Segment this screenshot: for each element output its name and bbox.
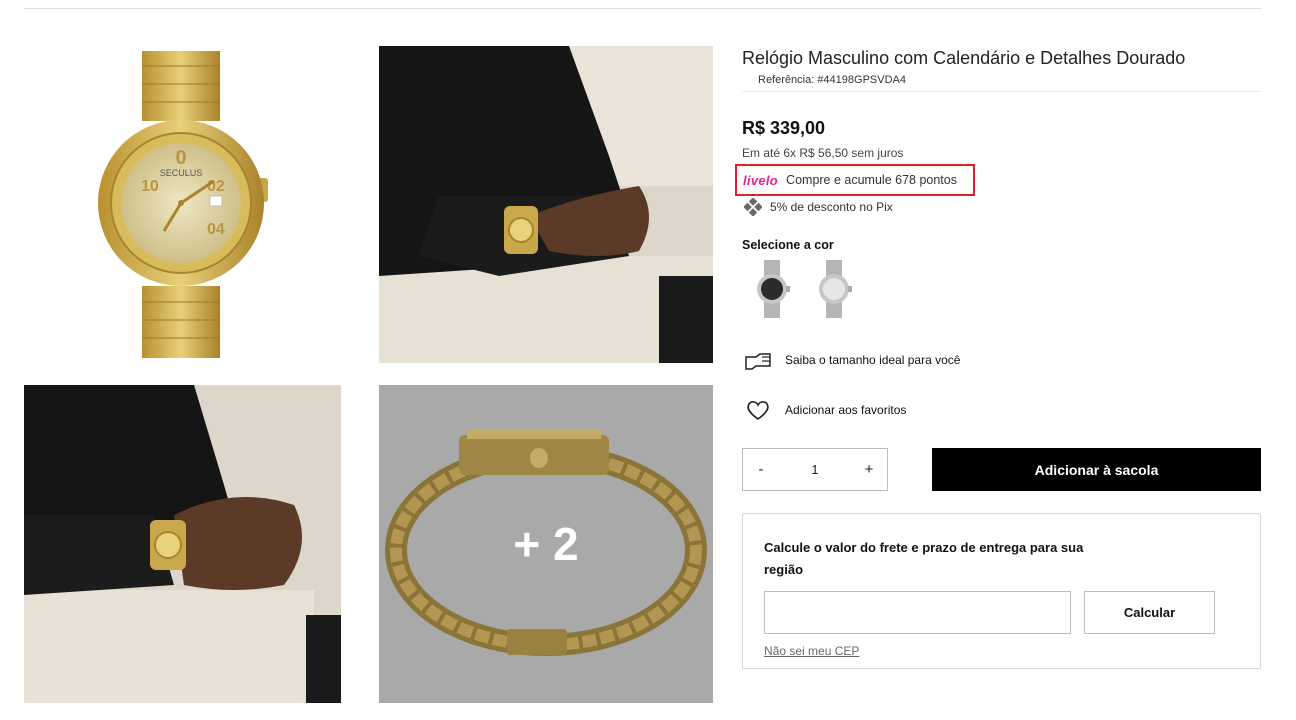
product-price: R$ 339,00 [742, 118, 826, 138]
qty-decrement-button[interactable]: - [751, 461, 771, 478]
color-option-silver[interactable] [812, 258, 856, 320]
black-dial-watch-icon [757, 260, 790, 318]
svg-text:0: 0 [175, 147, 186, 169]
product-reference: Referência: #44198GPSVDA4 [758, 74, 906, 86]
livelo-logo: livelo [743, 172, 779, 188]
more-images-overlay: + 2 [513, 518, 579, 570]
color-select-label: Selecione a cor [742, 238, 834, 252]
pix-icon [744, 198, 762, 216]
color-option-black[interactable] [750, 258, 794, 320]
pix-discount-text: 5% de desconto no Pix [770, 200, 893, 214]
watch-front-illustration: SECULUS 0 10 02 04 [98, 51, 268, 358]
svg-text:SECULUS: SECULUS [160, 168, 203, 178]
gallery-image-watch-front[interactable]: SECULUS 0 10 02 04 [24, 46, 341, 363]
svg-text:04: 04 [207, 221, 225, 238]
size-guide-link[interactable]: Saiba o tamanho ideal para você [744, 349, 960, 371]
installments-text: Em até 6x R$ 56,50 sem juros [742, 146, 904, 160]
info-divider [742, 91, 1261, 92]
unknown-cep-link[interactable]: Não sei meu CEP [764, 644, 859, 658]
livelo-points-text: Compre e acumule 678 pontos [786, 173, 957, 187]
heart-icon [747, 401, 769, 420]
product-title: Relógio Masculino com Calendário e Detal… [742, 48, 1186, 68]
model-wrist-illustration-2 [24, 385, 341, 703]
add-to-bag-button[interactable]: Adicionar à sacola [932, 448, 1261, 491]
cep-input[interactable] [764, 591, 1071, 634]
pix-discount: 5% de desconto no Pix [744, 198, 893, 216]
model-wrist-illustration [379, 46, 713, 363]
gallery-image-more[interactable]: + 2 [379, 385, 713, 703]
qty-increment-button[interactable]: + [859, 461, 879, 478]
gallery-image-model-wrist[interactable] [379, 46, 713, 363]
quantity-stepper: - 1 + [742, 448, 888, 491]
silver-dial-watch-icon [819, 260, 852, 318]
livelo-points-banner: livelo Compre e acumule 678 pontos [735, 164, 975, 196]
svg-text:10: 10 [141, 178, 159, 195]
shipping-title: Calcule o valor do frete e prazo de entr… [764, 540, 1084, 577]
hand-measure-icon [745, 353, 771, 370]
calculate-button[interactable]: Calcular [1084, 591, 1215, 634]
favorites-text: Adicionar aos favoritos [785, 403, 907, 417]
svg-text:02: 02 [207, 178, 225, 195]
add-to-favorites[interactable]: Adicionar aos favoritos [746, 399, 906, 421]
qty-value[interactable]: 1 [785, 462, 845, 477]
gallery-image-model-wrist-2[interactable] [24, 385, 341, 703]
top-divider [24, 8, 1261, 9]
shipping-calculator: Calcule o valor do frete e prazo de entr… [742, 513, 1261, 669]
size-guide-text: Saiba o tamanho ideal para você [785, 353, 961, 367]
